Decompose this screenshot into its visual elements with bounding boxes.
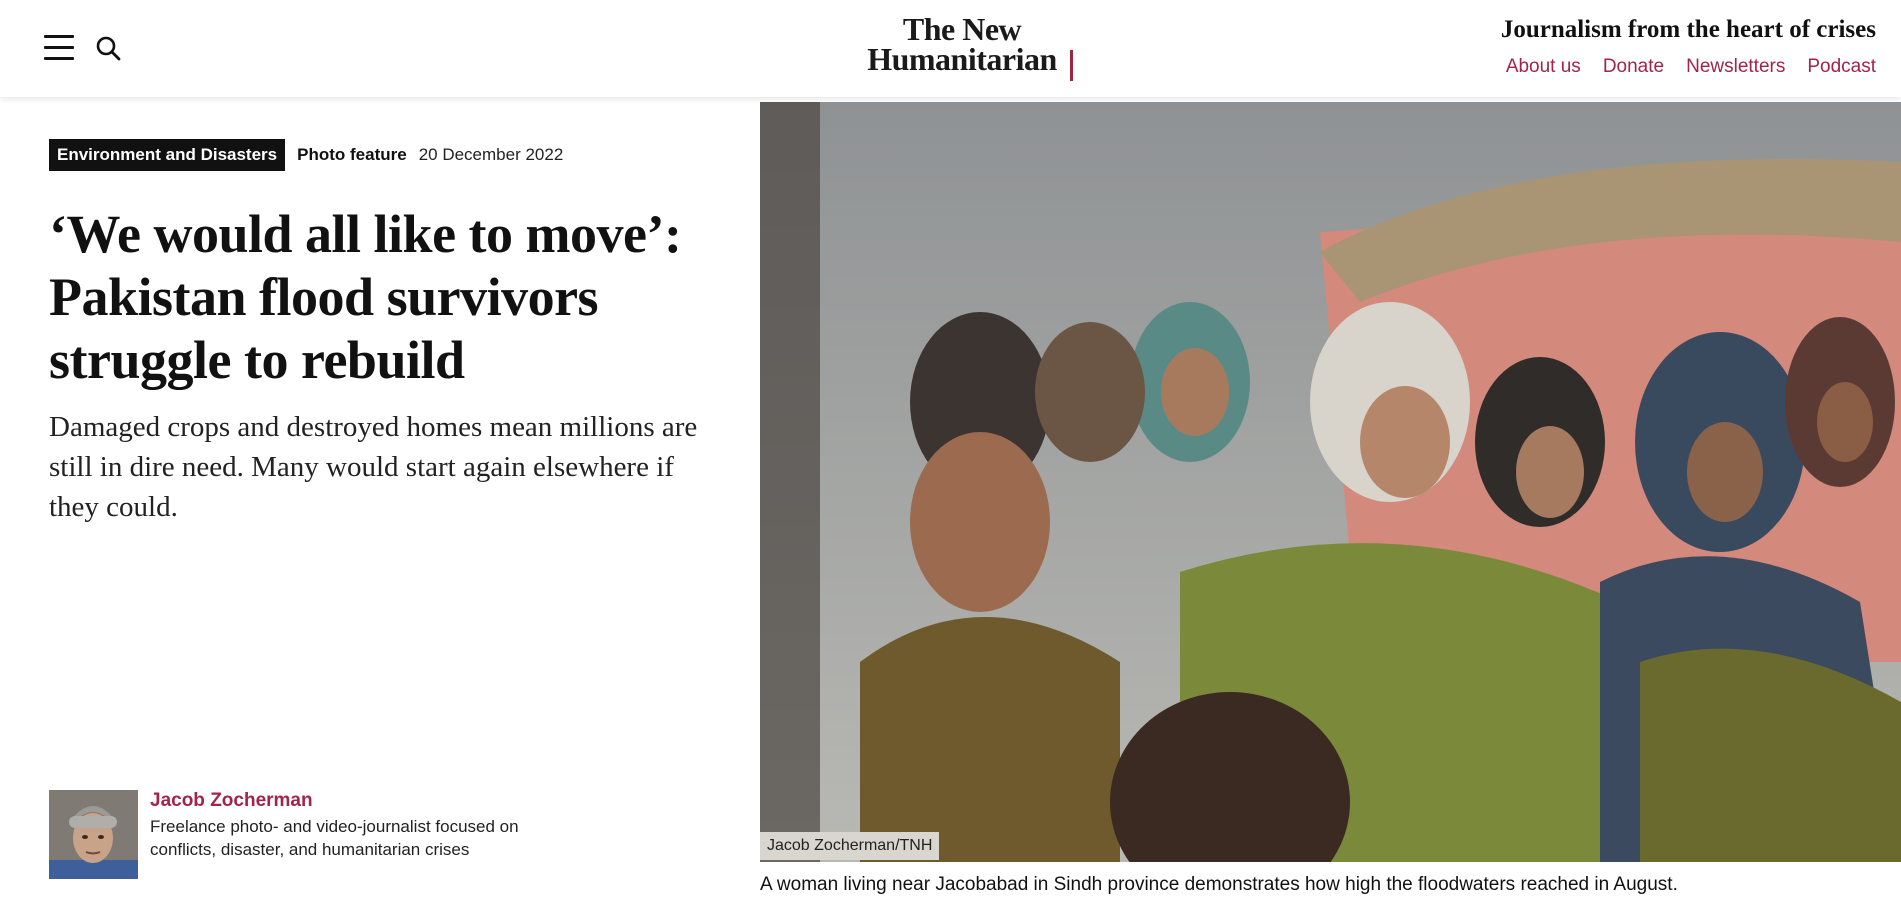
logo-line-1: The New (902, 11, 1022, 47)
article-headline: ‘We would all like to move’: Pakistan fl… (49, 204, 682, 390)
site-logo[interactable]: The New Humanitarian (847, 11, 1077, 81)
article-date: 20 December 2022 (418, 145, 564, 164)
photo-caption: A woman living near Jacobabad in Sindh p… (760, 874, 1678, 895)
photo-credit: Jacob Zocherman/TNH (760, 832, 940, 860)
site-header: The New Humanitarian Journalism from the… (0, 0, 1901, 97)
menu-icon[interactable] (44, 35, 74, 61)
nav-podcast[interactable]: Podcast (1807, 56, 1876, 78)
article-type: Photo feature (297, 145, 407, 164)
author-name[interactable]: Jacob Zocherman (150, 790, 530, 812)
nav-newsletters[interactable]: Newsletters (1686, 56, 1785, 78)
search-icon[interactable] (95, 35, 123, 63)
hero-photo[interactable] (760, 102, 1901, 862)
site-tagline: Journalism from the heart of crises (1500, 16, 1876, 43)
logo-line-2: Humanitarian (847, 43, 1077, 81)
top-nav: About us Donate Newsletters Podcast (1506, 56, 1876, 78)
author-block: Jacob Zocherman Freelance photo- and vid… (49, 790, 530, 879)
category-tag[interactable]: Environment and Disasters (49, 139, 286, 171)
nav-about-us[interactable]: About us (1506, 56, 1581, 78)
article-meta: Environment and Disasters Photo feature … (49, 139, 563, 171)
author-bio: Freelance photo- and video-journalist fo… (150, 817, 519, 859)
author-info: Jacob Zocherman Freelance photo- and vid… (150, 790, 530, 879)
nav-donate[interactable]: Donate (1603, 56, 1664, 78)
article-standfirst: Damaged crops and destroyed homes mean m… (49, 411, 698, 523)
author-avatar[interactable] (49, 790, 138, 879)
